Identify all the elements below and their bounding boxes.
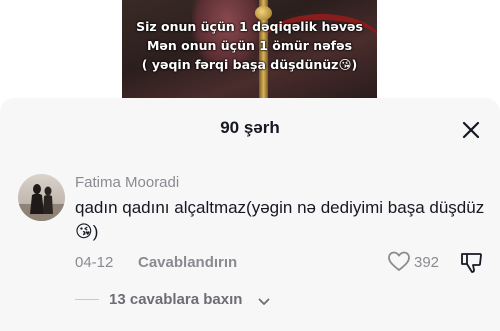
heart-outline-icon[interactable]	[387, 250, 411, 272]
like-count: 392	[414, 254, 440, 271]
comment-author[interactable]: Fatima Mooradi	[75, 174, 179, 191]
thumbs-down-icon[interactable]	[459, 250, 483, 274]
chevron-down-icon[interactable]	[258, 294, 270, 305]
close-icon[interactable]	[458, 117, 484, 143]
reply-button[interactable]: Cavablandırın	[138, 254, 237, 271]
replies-divider	[75, 299, 99, 300]
comment-text: qadın qadını alçaltmaz(yəgin nə dediyimi…	[75, 198, 485, 241]
caption-line-2: Mən onun üçün 1 ömür nəfəs	[146, 38, 353, 53]
caption-line-1: Siz onun üçün 1 dəqiqəlik həvəs	[136, 19, 363, 34]
view-replies-button[interactable]: 13 cavablara baxın	[109, 291, 242, 308]
comments-screen: Siz onun üçün 1 dəqiqəlik həvəs Mən onun…	[0, 0, 500, 331]
avatar[interactable]	[18, 174, 65, 221]
comments-count-title: 90 şərh	[220, 118, 280, 137]
comments-sheet: 90 şərh Fatima Mooradi qadın qadını alça…	[0, 98, 500, 331]
caption-line-3: ( yəqin fərqi başa düşdünüz😘)	[141, 57, 358, 72]
comment-date: 04-12	[75, 254, 114, 271]
video-caption: Siz onun üçün 1 dəqiqəlik həvəs Mən onun…	[122, 17, 377, 74]
